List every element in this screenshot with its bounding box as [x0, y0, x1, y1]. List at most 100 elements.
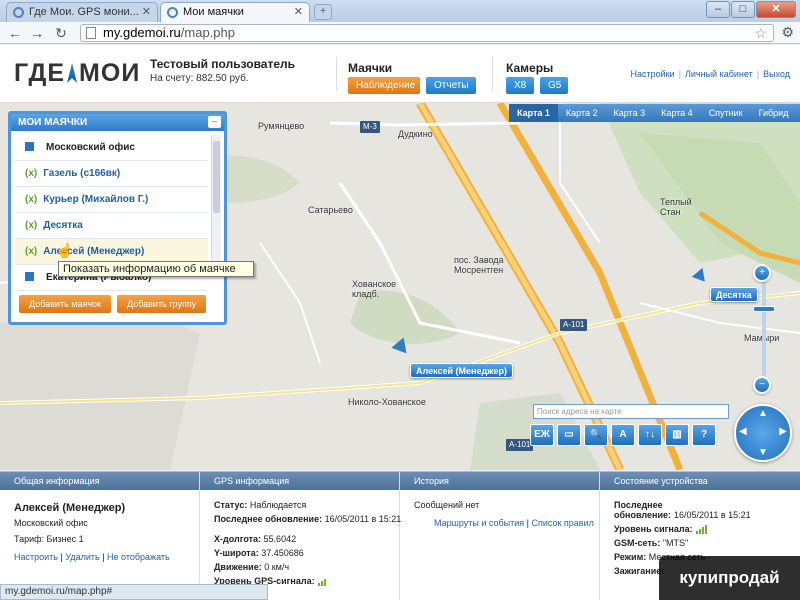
- site-favicon-icon: [13, 7, 24, 18]
- pan-left-icon[interactable]: ◀: [739, 426, 747, 437]
- reports-button[interactable]: Отчеты: [426, 77, 476, 94]
- wrench-menu-icon[interactable]: ⚙: [781, 24, 794, 41]
- account-link[interactable]: Личный кабинет: [685, 69, 753, 79]
- map-label: Николо-Хованское: [348, 397, 426, 407]
- url-input[interactable]: my.gdemoi.ru/map.php ☆: [80, 24, 774, 42]
- rules-list-link[interactable]: Список правил: [531, 518, 593, 528]
- status-value: Наблюдается: [249, 500, 307, 510]
- device-update-value: 16/05/2011 в 15:21: [674, 510, 751, 520]
- marker-desyatka[interactable]: Десятка: [710, 287, 758, 302]
- cameras-title: Камеры: [506, 61, 554, 75]
- observe-button[interactable]: Наблюдение: [348, 77, 420, 94]
- beacon-item-courier[interactable]: (x) Курьер (Михайлов Г.): [15, 187, 208, 213]
- gps-signal-icon: (x): [25, 168, 38, 179]
- pan-up-icon[interactable]: ▲: [758, 408, 768, 419]
- beacon-item-desyatka[interactable]: (x) Десятка: [15, 213, 208, 239]
- list-item-label: Десятка: [43, 220, 83, 231]
- back-arrow-icon[interactable]: ←: [6, 24, 24, 42]
- minimize-window-button[interactable]: –: [706, 1, 730, 18]
- logout-link[interactable]: Выход: [763, 69, 790, 79]
- tab-satellite[interactable]: Спутник: [701, 104, 751, 122]
- configure-link[interactable]: Настроить: [14, 552, 58, 562]
- tab-map-1[interactable]: Карта 1: [509, 104, 558, 122]
- beacons-title: Маячки: [348, 61, 393, 75]
- add-beacon-button[interactable]: Добавить маячок: [19, 295, 111, 313]
- marker-alexey[interactable]: Алексей (Менеджер): [410, 363, 513, 378]
- road-sign: А-101: [560, 319, 588, 331]
- sort-tool-button[interactable]: ↑↓: [638, 424, 662, 446]
- longitude-label: X-долгота:: [214, 534, 262, 544]
- pan-right-icon[interactable]: ▶: [779, 426, 787, 437]
- add-group-button[interactable]: Добавить группу: [117, 295, 207, 313]
- beacons-list-scrollbar[interactable]: [211, 135, 221, 268]
- device-update-label: Последнее обновление:: [614, 500, 671, 520]
- history-column: История Сообщений нет Маршруты и события…: [400, 472, 600, 600]
- beacons-panel-title: МОИ МАЯЧКИ: [11, 114, 224, 131]
- latitude-value: 37.450686: [261, 548, 304, 558]
- tab-map-2[interactable]: Карта 2: [558, 104, 606, 122]
- gsm-network-value: "MTS": [662, 538, 689, 548]
- gps-info-title: GPS информация: [200, 472, 399, 490]
- device-state-title: Состояние устройства: [600, 472, 800, 490]
- longitude-value: 55.6042: [263, 534, 297, 544]
- zoom-in-icon[interactable]: +: [753, 264, 771, 282]
- signal-level-label: Уровень сигнала:: [614, 524, 693, 534]
- mode-label: Режим:: [614, 552, 647, 562]
- browser-tab-1[interactable]: Где Мои. GPS мони... ✕: [6, 2, 158, 22]
- close-tab-icon[interactable]: ✕: [294, 5, 303, 18]
- last-update-value: 16/05/2011 в 15:21: [324, 514, 402, 524]
- movement-label: Движение:: [214, 562, 262, 572]
- status-label: Статус:: [214, 500, 248, 510]
- map-pan-control[interactable]: ▲ ▼ ◀ ▶: [734, 404, 792, 462]
- map-type-tabs: Карта 1 Карта 2 Карта 3 Карта 4 Спутник …: [509, 104, 800, 122]
- zoom-out-icon[interactable]: −: [753, 376, 771, 394]
- road-sign: М-3: [360, 121, 380, 133]
- reload-icon[interactable]: ↻: [52, 24, 70, 42]
- tab-map-3[interactable]: Карта 3: [606, 104, 654, 122]
- traffic-tool-button[interactable]: ЕЖ: [530, 424, 554, 446]
- zoom-track[interactable]: [762, 280, 766, 380]
- browser-status-bar: my.gdemoi.ru/map.php#: [0, 584, 268, 600]
- gps-signal-icon: (x): [25, 194, 38, 205]
- top-links: Настройки | Личный кабинет | Выход: [630, 69, 790, 79]
- history-title: История: [400, 472, 599, 490]
- maximize-window-button[interactable]: □: [731, 1, 755, 18]
- help-tool-button[interactable]: ?: [692, 424, 716, 446]
- beacon-item-gazel[interactable]: (x) Газель (с166вк): [15, 161, 208, 187]
- bookmark-star-icon[interactable]: ☆: [754, 25, 767, 41]
- delete-link[interactable]: Удалить: [65, 552, 99, 562]
- hand-cursor-icon: ☝: [56, 242, 74, 258]
- map-address-search-input[interactable]: Поиск адреса на карте: [533, 404, 729, 419]
- beacon-tariff: Тариф: Бизнес 1: [14, 534, 84, 544]
- browser-tab-2-label: Мои маячки: [183, 6, 244, 18]
- zoom-slider-handle[interactable]: [753, 306, 775, 312]
- scrollbar-thumb[interactable]: [213, 141, 220, 213]
- settings-link[interactable]: Настройки: [631, 69, 675, 79]
- minimize-panel-icon[interactable]: –: [208, 116, 221, 128]
- zoom-tool-icon[interactable]: 🔍: [584, 424, 608, 446]
- close-window-button[interactable]: ✕: [756, 1, 796, 18]
- list-item-label: Газель (с166вк): [43, 168, 121, 179]
- close-tab-icon[interactable]: ✕: [142, 5, 151, 18]
- list-item-label: Московский офис: [46, 142, 135, 153]
- logo-left-text: ГДЕ: [14, 59, 66, 87]
- browser-tabbar: Где Мои. GPS мони... ✕ Мои маячки ✕ + – …: [0, 0, 800, 22]
- logo[interactable]: ГДЕ МОИ: [14, 59, 140, 88]
- browser-tab-2[interactable]: Мои маячки ✕: [160, 2, 310, 22]
- forward-arrow-icon[interactable]: →: [28, 24, 46, 42]
- url-host: my.gdemoi.ru: [103, 25, 181, 40]
- logo-right-text: МОИ: [79, 59, 141, 87]
- group-item-moscow-office[interactable]: Московский офис: [15, 135, 208, 161]
- layers-tool-button[interactable]: ▥: [665, 424, 689, 446]
- tab-hybrid[interactable]: Гибрид: [751, 104, 797, 122]
- hide-link[interactable]: Не отображать: [107, 552, 170, 562]
- pan-down-icon[interactable]: ▼: [758, 447, 768, 458]
- ruler-tool-button[interactable]: ▭: [557, 424, 581, 446]
- camera-g5-button[interactable]: G5: [540, 77, 568, 94]
- search-address-tool-button[interactable]: A: [611, 424, 635, 446]
- routes-events-link[interactable]: Маршруты и события: [434, 518, 524, 528]
- tab-map-4[interactable]: Карта 4: [653, 104, 701, 122]
- camera-x8-button[interactable]: X8: [506, 77, 534, 94]
- user-block: Тестовый пользователь На счету: 882.50 р…: [150, 57, 295, 84]
- new-tab-button[interactable]: +: [314, 4, 332, 20]
